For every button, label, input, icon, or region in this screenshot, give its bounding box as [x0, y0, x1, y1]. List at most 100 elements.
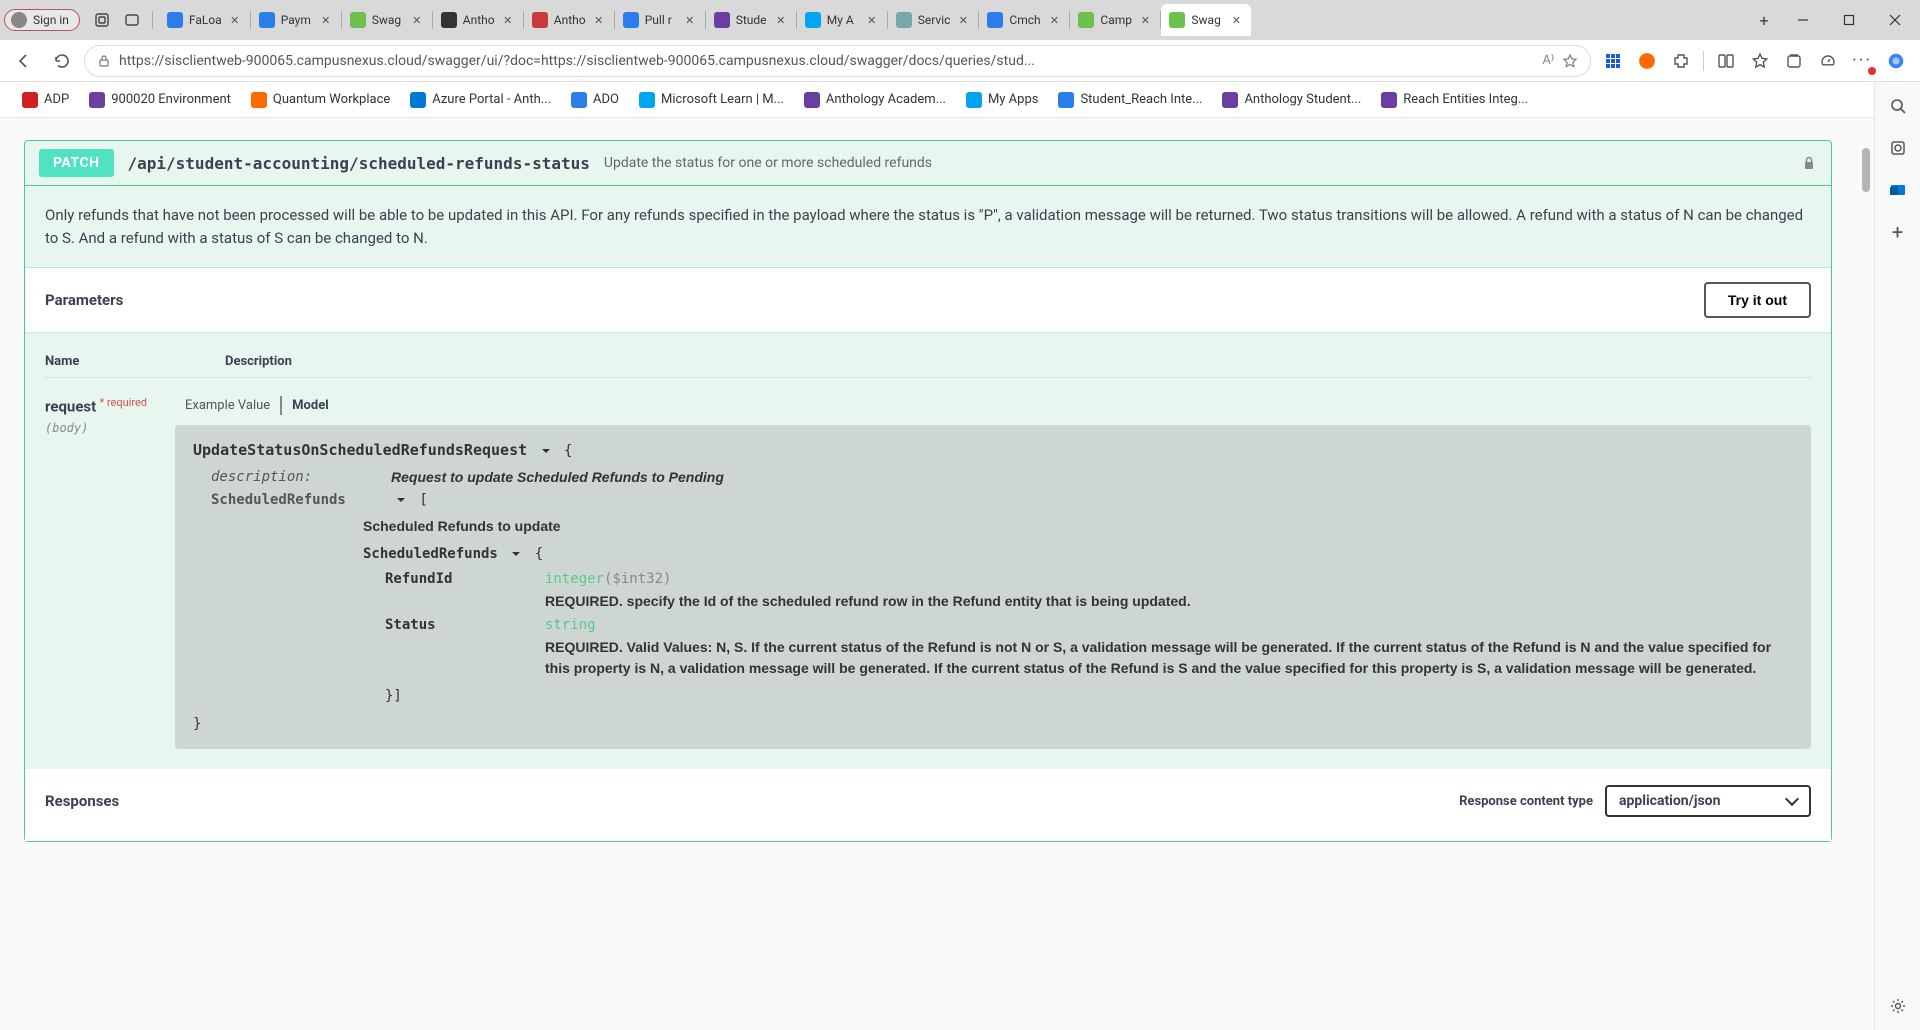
bookmark-item[interactable]: ADP — [14, 88, 77, 112]
bookmark-label: Anthology Academ... — [826, 92, 946, 107]
try-it-out-button[interactable]: Try it out — [1704, 282, 1811, 318]
tab-favicon — [259, 12, 275, 28]
tab-close-icon[interactable]: ✕ — [501, 13, 515, 27]
parameter-row: request * required (body) Example Value … — [45, 378, 1811, 749]
bookmark-item[interactable]: ADO — [563, 88, 627, 112]
bookmark-item[interactable]: 900020 Environment — [81, 88, 239, 112]
scrollbar[interactable] — [1860, 122, 1872, 1026]
bookmark-item[interactable]: Quantum Workplace — [243, 88, 398, 112]
expand-icon[interactable] — [510, 548, 522, 560]
bookmark-label: Anthology Student... — [1244, 92, 1361, 107]
ext-orange-icon[interactable] — [1631, 45, 1663, 77]
tab-close-icon[interactable]: ✕ — [1229, 13, 1243, 27]
browser-tab[interactable]: FaLoa✕ — [159, 4, 250, 36]
bookmark-label: ADP — [44, 92, 69, 107]
bookmark-favicon — [1381, 92, 1397, 108]
split-screen-icon[interactable] — [1710, 45, 1742, 77]
prop-status-desc: REQUIRED. Valid Values: N, S. If the cur… — [545, 637, 1793, 680]
sidebar-search-icon[interactable] — [1886, 94, 1910, 118]
browser-tab[interactable]: My A✕ — [797, 4, 887, 36]
bookmark-item[interactable]: Microsoft Learn | M... — [631, 88, 792, 112]
scrollbar-thumb[interactable] — [1862, 148, 1870, 192]
tab-actions-icon[interactable] — [118, 6, 146, 34]
sidebar-outlook-icon[interactable] — [1886, 178, 1910, 202]
method-badge: PATCH — [39, 149, 114, 177]
swagger-opblock: PATCH /api/student-accounting/scheduled-… — [24, 140, 1832, 842]
bookmark-item[interactable]: Azure Portal - Anth... — [402, 88, 559, 112]
operation-summary-row[interactable]: PATCH /api/student-accounting/scheduled-… — [25, 141, 1831, 186]
new-tab-button[interactable]: + — [1748, 11, 1780, 30]
more-icon[interactable]: ··· — [1846, 45, 1878, 77]
tab-example-value[interactable]: Example Value — [175, 396, 280, 415]
collections-icon[interactable] — [1778, 45, 1810, 77]
maximize-button[interactable] — [1828, 5, 1870, 35]
browser-tab[interactable]: Paym✕ — [251, 4, 341, 36]
param-location: (body) — [45, 421, 175, 435]
parameters-title: Parameters — [45, 291, 123, 309]
bookmark-label: Student_Reach Inte... — [1080, 92, 1202, 107]
tab-close-icon[interactable]: ✕ — [683, 13, 697, 27]
extensions-icon[interactable] — [1665, 45, 1697, 77]
read-aloud-icon[interactable]: A⁾ — [1542, 53, 1554, 68]
tab-favicon — [350, 12, 366, 28]
bookmark-item[interactable]: My Apps — [958, 88, 1047, 112]
tab-close-icon[interactable]: ✕ — [774, 13, 788, 27]
tab-close-icon[interactable]: ✕ — [319, 13, 333, 27]
browser-tab[interactable]: Swag✕ — [1161, 4, 1251, 36]
tab-close-icon[interactable]: ✕ — [956, 13, 970, 27]
browser-tab[interactable]: Camp ✕ — [1070, 4, 1160, 36]
auth-lock-icon[interactable] — [1801, 155, 1817, 171]
tab-favicon — [1078, 12, 1094, 28]
tab-close-icon[interactable]: ✕ — [1138, 13, 1152, 27]
sidebar-add-icon[interactable]: + — [1886, 220, 1910, 244]
tab-favicon — [532, 12, 548, 28]
tab-title: Stude — [736, 13, 768, 27]
url-input[interactable]: https://sisclientweb-900065.campusnexus.… — [84, 45, 1591, 77]
toolbar-right-icons: ··· — [1597, 45, 1912, 77]
ext-grid-icon[interactable] — [1597, 45, 1629, 77]
browser-tab[interactable]: Antho✕ — [433, 4, 523, 36]
favorites-icon[interactable] — [1744, 45, 1776, 77]
expand-icon[interactable] — [540, 445, 552, 457]
favorite-star-icon[interactable] — [1562, 53, 1578, 69]
browser-tab[interactable]: Swag✕ — [342, 4, 432, 36]
copilot-icon[interactable] — [1880, 45, 1912, 77]
sidebar-tools-icon[interactable] — [1886, 136, 1910, 160]
browser-tab[interactable]: Stude ✕ — [706, 4, 796, 36]
close-window-button[interactable] — [1874, 5, 1916, 35]
response-content-type-value: application/json — [1619, 793, 1720, 809]
prop-scheduledrefunds-key: ScheduledRefunds — [211, 490, 381, 512]
browser-tab[interactable]: Antho ✕ — [524, 4, 614, 36]
refresh-button[interactable] — [46, 45, 78, 77]
workspaces-icon[interactable] — [88, 6, 116, 34]
tab-close-icon[interactable]: ✕ — [865, 13, 879, 27]
tab-close-icon[interactable]: ✕ — [228, 13, 242, 27]
tab-close-icon[interactable]: ✕ — [1047, 13, 1061, 27]
tab-model[interactable]: Model — [282, 396, 339, 415]
back-button[interactable] — [8, 45, 40, 77]
signin-button[interactable]: Sign in — [4, 9, 80, 31]
tab-title: Antho — [554, 13, 586, 27]
bookmark-item[interactable]: Anthology Student... — [1214, 88, 1369, 112]
performance-icon[interactable] — [1812, 45, 1844, 77]
expand-icon[interactable] — [395, 494, 407, 506]
bookmark-item[interactable]: Student_Reach Inte... — [1050, 88, 1210, 112]
bookmark-label: Microsoft Learn | M... — [661, 92, 784, 107]
browser-tab[interactable]: Pull r✕ — [615, 4, 705, 36]
tab-close-icon[interactable]: ✕ — [410, 13, 424, 27]
bookmark-item[interactable]: Anthology Academ... — [796, 88, 954, 112]
tab-title: Cmch — [1009, 13, 1041, 27]
prop-refundid-key: RefundId — [385, 569, 535, 612]
bookmark-label: My Apps — [988, 92, 1039, 107]
tab-title: Camp — [1100, 13, 1132, 27]
response-content-type-select[interactable]: application/json — [1605, 785, 1811, 817]
browser-tab[interactable]: Cmch ✕ — [979, 4, 1069, 36]
minimize-button[interactable] — [1782, 5, 1824, 35]
bookmark-label: 900020 Environment — [111, 92, 231, 107]
sidebar-settings-icon[interactable] — [1886, 994, 1910, 1018]
tab-title: Servic — [918, 13, 951, 27]
tab-close-icon[interactable]: ✕ — [592, 13, 606, 27]
required-flag: * required — [99, 396, 147, 409]
browser-tab[interactable]: Servic ✕ — [888, 4, 979, 36]
bookmark-item[interactable]: Reach Entities Integ... — [1373, 88, 1536, 112]
